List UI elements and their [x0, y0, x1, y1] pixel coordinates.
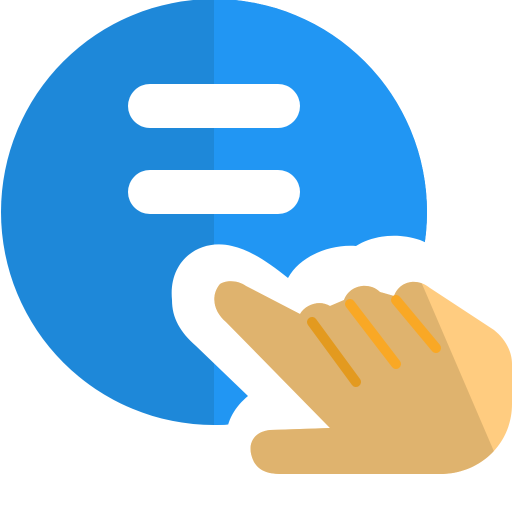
chat-tap-icon-svg [1, 0, 512, 512]
chat-tap-icon [0, 0, 512, 512]
